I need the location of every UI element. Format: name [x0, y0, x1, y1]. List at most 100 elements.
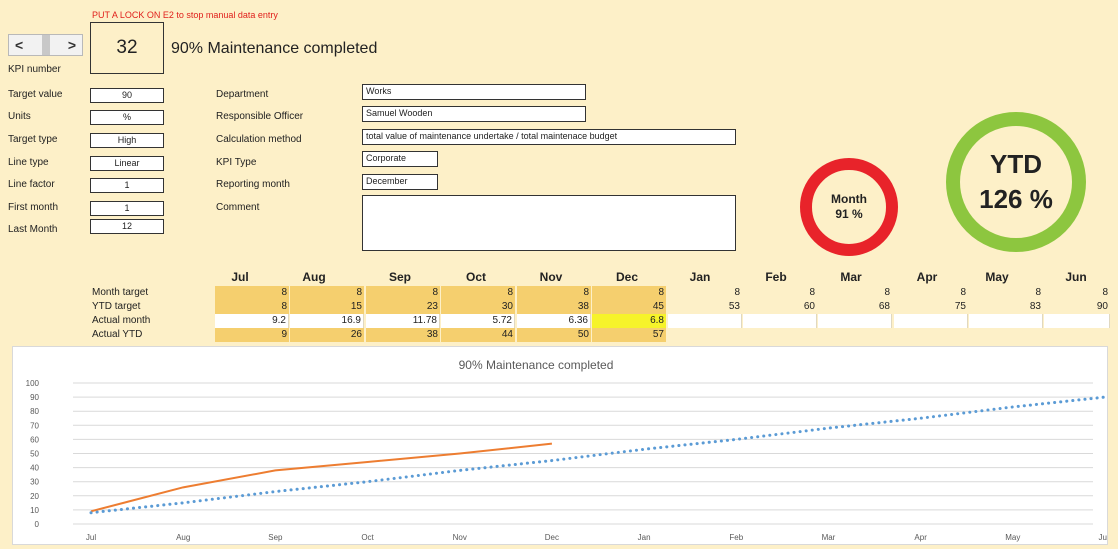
- x-tick-label: Mar: [822, 533, 836, 542]
- table-cell: [818, 314, 892, 328]
- table-cell: [743, 328, 817, 342]
- x-tick-label: Feb: [729, 533, 743, 542]
- department-field[interactable]: Works: [362, 84, 586, 100]
- y-tick-label: 30: [30, 478, 39, 487]
- kpi-spinner[interactable]: < >: [8, 34, 83, 56]
- lock-warning: PUT A LOCK ON E2 to stop manual data ent…: [92, 10, 278, 20]
- x-tick-label: Apr: [914, 533, 927, 542]
- month-header: Jan: [689, 270, 711, 284]
- responsible-officer-label: Responsible Officer: [216, 111, 304, 122]
- kpi-type-label: KPI Type: [216, 157, 257, 168]
- line-type-label: Line type: [8, 157, 49, 168]
- units-field[interactable]: %: [90, 110, 164, 125]
- line-factor-field[interactable]: 1: [90, 178, 164, 193]
- spinner-thumb[interactable]: [41, 35, 50, 55]
- target-value-label: Target value: [8, 89, 63, 100]
- table-cell: 83: [1029, 301, 1041, 312]
- table-cell: 8: [290, 286, 364, 300]
- table-cell: 8: [734, 287, 740, 298]
- table-cell: 8: [1035, 287, 1041, 298]
- y-tick-label: 70: [30, 421, 39, 430]
- comment-field[interactable]: [362, 195, 736, 251]
- x-tick-label: Jan: [638, 533, 651, 542]
- kpi-number: 32: [116, 37, 138, 58]
- month-header: Jun: [1065, 270, 1087, 284]
- table-cell: [969, 314, 1043, 328]
- x-tick-label: Nov: [453, 533, 467, 542]
- table-cell: 8: [366, 286, 440, 300]
- last-month-label: Last Month: [8, 224, 58, 235]
- table-cell: 45: [592, 300, 666, 314]
- kpi-chart: 90% Maintenance completed 0 10 20 30 40 50 60 70…: [12, 346, 1112, 545]
- table-cell: 23: [366, 300, 440, 314]
- chart-title: 90% Maintenance completed: [459, 358, 614, 372]
- x-tick-label: Aug: [176, 533, 190, 542]
- month-header: Oct: [465, 270, 486, 284]
- table-cell: 50: [517, 328, 591, 342]
- table-cell: 38: [517, 300, 591, 314]
- first-month-field[interactable]: 1: [90, 201, 164, 216]
- table-cell: [818, 328, 892, 342]
- table-cell: 8: [441, 286, 515, 300]
- y-tick-label: 40: [30, 464, 39, 473]
- kpi-type-field[interactable]: Corporate: [362, 151, 438, 167]
- table-cell: [969, 328, 1043, 342]
- line-type-field[interactable]: Linear: [90, 156, 164, 171]
- y-tick-label: 20: [30, 492, 39, 501]
- table-cell: 8: [960, 287, 966, 298]
- table-cell: 68: [878, 301, 890, 312]
- y-tick-label: 0: [35, 520, 40, 529]
- month-header: Jul: [231, 270, 249, 284]
- calculation-method-field[interactable]: total value of maintenance undertake / t…: [362, 129, 736, 145]
- actual-month-label: Actual month: [92, 315, 151, 326]
- table-cell: 38: [366, 328, 440, 342]
- month-gauge-label: Month: [831, 192, 867, 206]
- table-cell: 26: [290, 328, 364, 342]
- table-cell: 8: [809, 287, 815, 298]
- y-tick-label: 60: [30, 435, 39, 444]
- spinner-right-arrow[interactable]: >: [68, 37, 76, 53]
- table-cell: 9: [215, 328, 289, 342]
- y-tick-label: 90: [30, 393, 39, 402]
- actual-ytd-label: Actual YTD: [92, 329, 143, 340]
- x-tick-label: Sep: [268, 533, 283, 542]
- kpi-number-box[interactable]: 32: [90, 22, 164, 74]
- x-tick-label: Jun: [1099, 533, 1107, 542]
- first-month-label: First month: [8, 202, 59, 213]
- comment-label: Comment: [216, 202, 260, 213]
- table-cell: 8: [215, 286, 289, 300]
- x-tick-label: May: [1005, 533, 1020, 542]
- spinner-left-arrow[interactable]: <: [15, 37, 23, 53]
- month-header: Apr: [916, 270, 938, 284]
- table-cell: 8: [215, 300, 289, 314]
- units-label: Units: [8, 111, 31, 122]
- table-cell: 15: [290, 300, 364, 314]
- month-header: Dec: [615, 270, 638, 284]
- y-tick-label: 10: [30, 506, 39, 515]
- table-cell: 8: [884, 287, 890, 298]
- x-tick-label: Dec: [545, 533, 559, 542]
- reporting-month-field[interactable]: December: [362, 174, 438, 190]
- table-cell: [668, 314, 742, 328]
- last-month-field[interactable]: 12: [90, 219, 164, 234]
- kpi-number-label: KPI number: [8, 64, 61, 75]
- y-tick-label: 80: [30, 407, 39, 416]
- ytd-gauge: YTD 126 %: [946, 112, 1086, 252]
- target-type-label: Target type: [8, 134, 58, 145]
- ytd-gauge-label: YTD: [990, 149, 1042, 179]
- line-chart: 90% Maintenance completed 0 10 20 30 40 50 60 70…: [26, 358, 1112, 542]
- table-cell: 9.2: [215, 314, 289, 328]
- month-target-label: Month target: [92, 287, 149, 298]
- table-cell: [894, 328, 968, 342]
- month-gauge: Month 91 %: [800, 158, 898, 256]
- target-type-field[interactable]: High: [90, 133, 164, 148]
- reporting-month-label: Reporting month: [216, 179, 290, 190]
- table-cell: 8: [1102, 287, 1108, 298]
- target-value-field[interactable]: 90: [90, 88, 164, 103]
- table-cell: 44: [441, 328, 515, 342]
- table-cell: 30: [441, 300, 515, 314]
- table-cell: 8: [592, 286, 666, 300]
- month-header: May: [985, 270, 1009, 284]
- responsible-officer-field[interactable]: Samuel Wooden: [362, 106, 586, 122]
- kpi-title: 90% Maintenance completed: [171, 40, 378, 57]
